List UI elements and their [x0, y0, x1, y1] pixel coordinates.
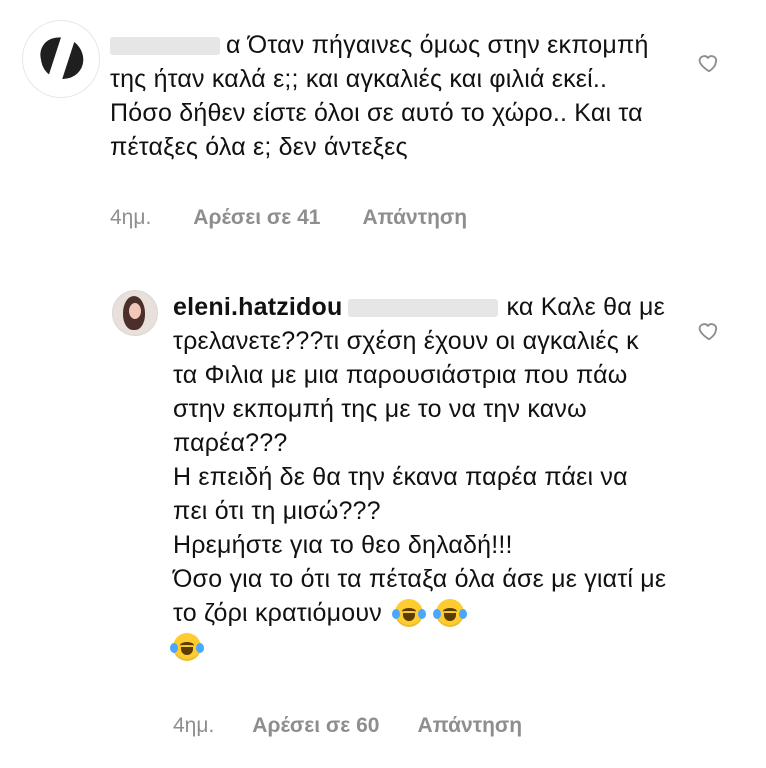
- like-button-comment-1[interactable]: [698, 52, 720, 74]
- comment-2-likes-link[interactable]: Αρέσει σε 60: [252, 714, 379, 738]
- redacted-mention: [348, 299, 499, 318]
- tear-left: [433, 609, 442, 619]
- heart-outline-icon: [698, 320, 720, 342]
- heart-outline-icon: [698, 52, 720, 74]
- tear-left: [392, 609, 401, 619]
- comment-2-meta: 4ημ. Αρέσει σε 60 Απάντηση: [173, 714, 522, 738]
- tear-left: [170, 643, 178, 653]
- commenter-avatar-eleni[interactable]: [112, 290, 158, 336]
- comment-2-username[interactable]: eleni.hatzidou: [173, 293, 342, 321]
- avatar-face: [129, 303, 141, 319]
- comment-1-time: 4ημ.: [110, 206, 152, 229]
- like-button-comment-2[interactable]: [698, 320, 720, 342]
- face-with-tears-of-joy-emoji: [392, 599, 427, 627]
- mention-suffix: κα: [506, 293, 534, 321]
- comment-2-time: 4ημ.: [173, 714, 215, 737]
- comment-2-line-3: Ηρεμήστε για το θεο δηλαδή!!!: [173, 531, 513, 559]
- face-with-tears-of-joy-emoji: [170, 633, 204, 661]
- comment-2-reply-button[interactable]: Απάντηση: [417, 714, 522, 738]
- comment-2: eleni.hatzidou κα Καλε θα με τρελανετε???…: [170, 290, 668, 664]
- comment-1-likes-link[interactable]: Αρέσει σε 41: [193, 206, 320, 230]
- comment-1-meta: 4ημ. Αρέσει σε 41 Απάντηση: [110, 206, 467, 230]
- tear-right: [459, 609, 468, 619]
- comment-2-line-2: Η επειδή δε θα την έκανα παρέα πάει να π…: [173, 463, 628, 525]
- commenter-avatar[interactable]: [22, 20, 100, 98]
- tear-right: [418, 609, 427, 619]
- comment-1-reply-button[interactable]: Απάντηση: [362, 206, 467, 230]
- tear-right: [196, 643, 204, 653]
- comment-1: α Όταν πήγαινες όμως στην εκπομπή της ήτ…: [110, 28, 670, 164]
- face-with-tears-of-joy-emoji: [433, 599, 468, 627]
- redacted-username: [110, 37, 220, 56]
